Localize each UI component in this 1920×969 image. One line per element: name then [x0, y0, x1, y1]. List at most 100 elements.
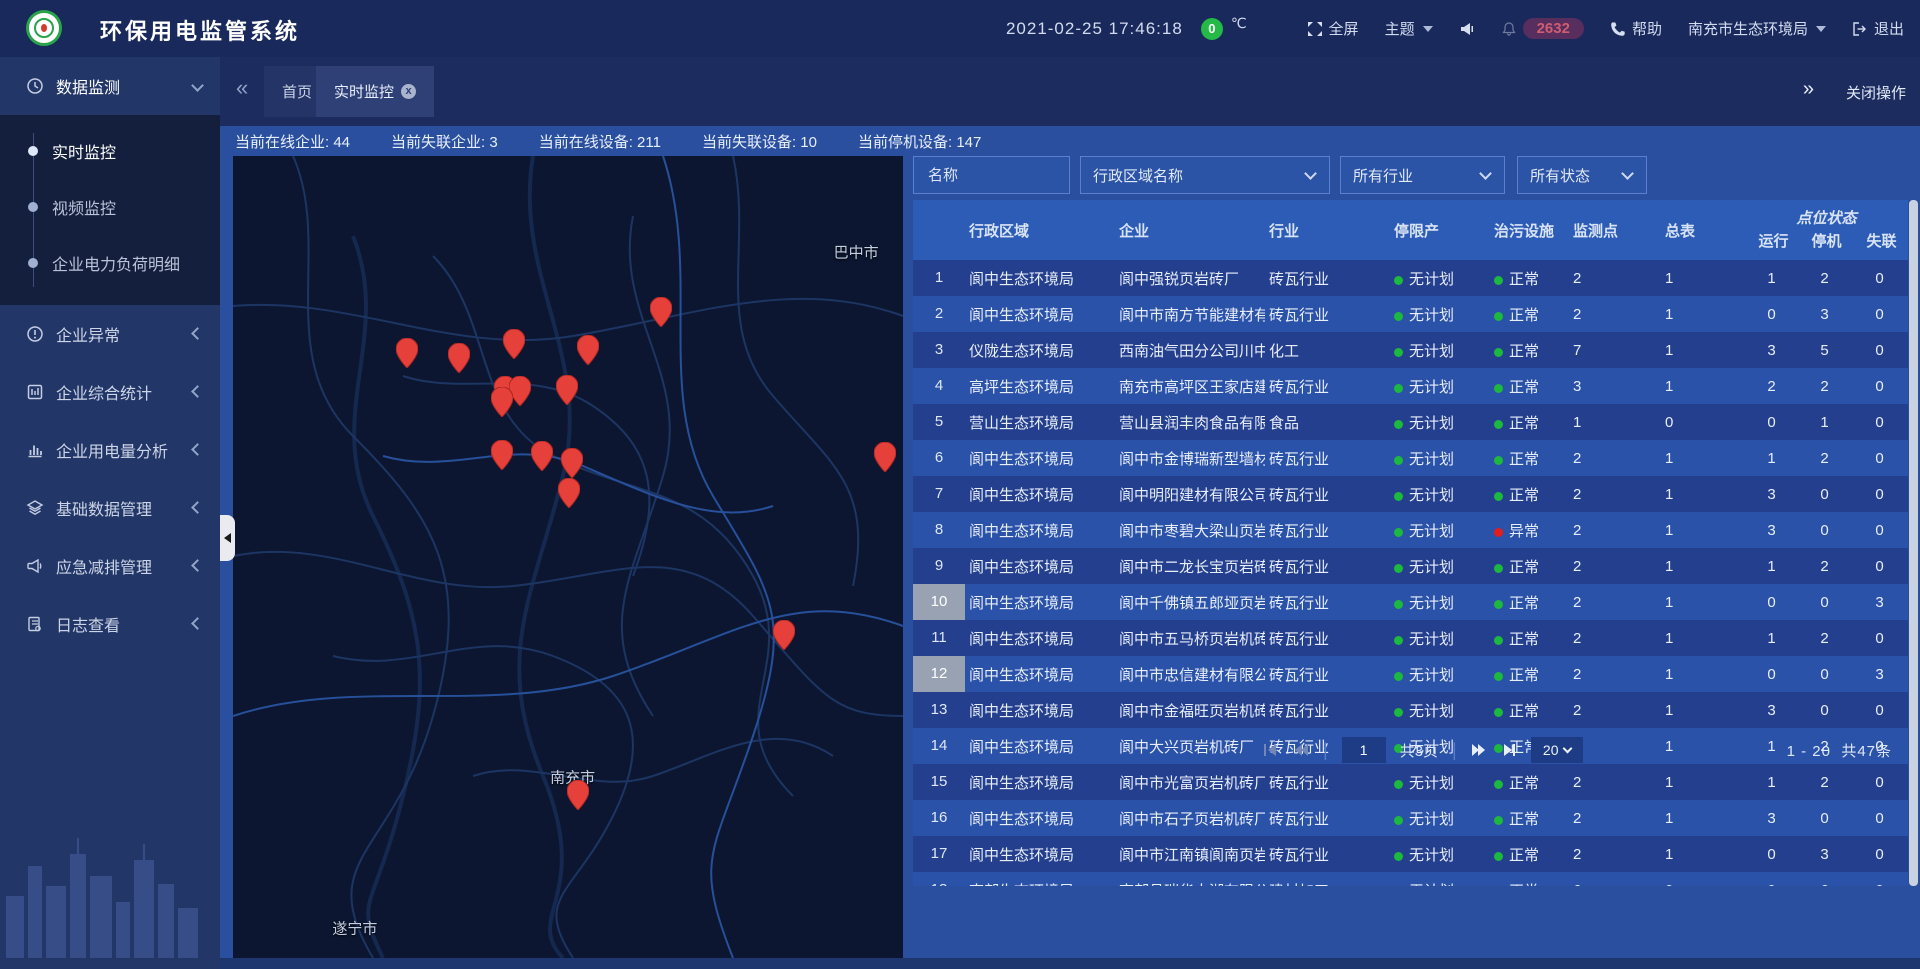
sidebar-item-0[interactable]: 数据监测: [0, 57, 220, 115]
sidebar-item-6[interactable]: 日志查看: [0, 595, 220, 653]
map-panel[interactable]: 巴中市南充市遂宁市: [233, 156, 903, 958]
tab-close-icon[interactable]: x: [401, 84, 416, 99]
industry-filter-dropdown[interactable]: 所有行业: [1340, 156, 1505, 194]
stat-item-4: 当前停机设备: 147: [858, 131, 981, 152]
table-row[interactable]: 11阆中生态环境局阆中市五马桥页岩机砖砖瓦行业无计划正常21120: [913, 620, 1908, 656]
logout-button[interactable]: 退出: [1852, 18, 1904, 39]
sidebar-item-1[interactable]: 企业异常: [0, 305, 220, 363]
cell-run: 1: [1745, 270, 1798, 287]
cell-run: 2: [1745, 378, 1798, 395]
datetime-display: 2021-02-25 17:46:18: [1006, 19, 1183, 39]
cell-region: 阆中生态环境局: [965, 556, 1115, 577]
volume-button[interactable]: [1459, 21, 1475, 37]
map-pin-icon[interactable]: [650, 297, 672, 327]
table-row[interactable]: 4高坪生态环境局南充市高坪区王家店建砖瓦行业无计划正常31220: [913, 368, 1908, 404]
map-pin-icon[interactable]: [531, 441, 553, 471]
map-pin-icon[interactable]: [773, 620, 795, 650]
table-row[interactable]: 6阆中生态环境局阆中市金博瑞新型墙材砖瓦行业无计划正常21120: [913, 440, 1908, 476]
sidebar-submenu: 实时监控视频监控企业电力负荷明细: [0, 115, 220, 305]
row-index: 18: [913, 872, 965, 886]
table-row[interactable]: 9阆中生态环境局阆中市二龙长宝页岩砖砖瓦行业无计划正常21120: [913, 548, 1908, 584]
map-pin-icon[interactable]: [491, 387, 513, 417]
next-page-button[interactable]: [1471, 743, 1487, 757]
sidebar-collapse-button[interactable]: [220, 515, 235, 561]
cell-lost: 0: [1851, 270, 1908, 287]
last-page-button[interactable]: [1501, 743, 1517, 757]
table-row[interactable]: 17阆中生态环境局阆中市江南镇阆南页岩砖瓦行业无计划正常21030: [913, 836, 1908, 872]
tab-realtime-monitor[interactable]: 实时监控 x: [316, 66, 434, 117]
cell-points: 2: [1565, 306, 1655, 323]
fullscreen-button[interactable]: 全屏: [1307, 18, 1359, 39]
cell-industry: 砖瓦行业: [1265, 808, 1390, 829]
vertical-scrollbar[interactable]: [1909, 200, 1918, 886]
cell-lost: 0: [1851, 774, 1908, 791]
table-row[interactable]: 7阆中生态环境局阆中明阳建材有限公司砖瓦行业无计划正常21300: [913, 476, 1908, 512]
table-row[interactable]: 13阆中生态环境局阆中市金福旺页岩机砖砖瓦行业无计划正常21300: [913, 692, 1908, 728]
prev-page-button[interactable]: [1293, 743, 1309, 757]
cell-total: 1: [1655, 486, 1745, 503]
cell-stop: 2: [1798, 774, 1851, 791]
name-filter-input[interactable]: [913, 156, 1070, 194]
fullscreen-icon: [1307, 21, 1323, 37]
map-pin-icon[interactable]: [491, 440, 513, 470]
table-row[interactable]: 10阆中生态环境局阆中千佛镇五郎垭页岩砖瓦行业无计划正常21003: [913, 584, 1908, 620]
tabs-scroll-right-button[interactable]: »: [1803, 79, 1814, 99]
cell-company: 阆中明阳建材有限公司: [1115, 484, 1265, 505]
row-index: 17: [913, 836, 965, 872]
col-lost: 失联: [1851, 230, 1908, 260]
cell-plan: 无计划: [1390, 808, 1490, 829]
cell-stop: 0: [1798, 594, 1851, 611]
map-pin-icon[interactable]: [561, 448, 583, 478]
table-row[interactable]: 3仪陇生态环境局西南油气田分公司川中化工无计划正常71350: [913, 332, 1908, 368]
exit-icon: [1852, 21, 1868, 37]
first-page-button[interactable]: [1263, 743, 1279, 757]
sidebar-subitem-0-0[interactable]: 实时监控: [0, 123, 220, 179]
sidebar-subitem-0-2[interactable]: 企业电力负荷明细: [0, 235, 220, 291]
map-pin-icon[interactable]: [503, 329, 525, 359]
table-row[interactable]: 18南部生态环境局南部县瑞华太湖有限公建材加工无计划正常60060: [913, 872, 1908, 886]
user-dropdown[interactable]: 南充市生态环境局: [1688, 18, 1826, 39]
tabs-scroll-left-button[interactable]: «: [236, 77, 248, 99]
cell-facility: 正常: [1490, 448, 1565, 469]
cell-points: 2: [1565, 846, 1655, 863]
cell-plan: 无计划: [1390, 376, 1490, 397]
table-row[interactable]: 8阆中生态环境局阆中市枣碧大梁山页岩砖瓦行业无计划异常21300: [913, 512, 1908, 548]
table-row[interactable]: 12阆中生态环境局阆中市忠信建材有限公砖瓦行业无计划正常21003: [913, 656, 1908, 692]
sidebar-item-4[interactable]: 基础数据管理: [0, 479, 220, 537]
page-size-select[interactable]: 20: [1531, 737, 1583, 763]
sidebar-item-label: 企业异常: [56, 322, 120, 346]
table-row[interactable]: 1阆中生态环境局阆中强锐页岩砖厂砖瓦行业无计划正常21120: [913, 260, 1908, 296]
help-button[interactable]: 帮助: [1610, 18, 1662, 39]
cell-industry: 砖瓦行业: [1265, 376, 1390, 397]
status-dot-icon: [1494, 672, 1503, 681]
map-pin-icon[interactable]: [396, 338, 418, 368]
cell-facility: 正常: [1490, 304, 1565, 325]
table-row[interactable]: 2阆中生态环境局阆中市南方节能建材有砖瓦行业无计划正常21030: [913, 296, 1908, 332]
map-pin-icon[interactable]: [556, 375, 578, 405]
sidebar-item-3[interactable]: 企业用电量分析: [0, 421, 220, 479]
map-pin-icon[interactable]: [874, 442, 896, 472]
cell-lost: 0: [1851, 378, 1908, 395]
current-page-input[interactable]: 1: [1342, 737, 1386, 763]
region-filter-dropdown[interactable]: 行政区域名称: [1080, 156, 1330, 194]
chevron-left-icon: [191, 385, 204, 398]
table-row[interactable]: 5营山生态环境局营山县润丰肉食品有限食品无计划正常10010: [913, 404, 1908, 440]
row-index: 3: [913, 332, 965, 368]
map-pin-icon[interactable]: [558, 478, 580, 508]
cell-total: 1: [1655, 774, 1745, 791]
row-index: 6: [913, 440, 965, 476]
table-row[interactable]: 16阆中生态环境局阆中市石子页岩机砖厂砖瓦行业无计划正常21300: [913, 800, 1908, 836]
notification-area[interactable]: 2632: [1501, 18, 1584, 39]
sidebar-item-2[interactable]: 企业综合统计: [0, 363, 220, 421]
map-pin-icon[interactable]: [567, 780, 589, 810]
cell-facility: 正常: [1490, 340, 1565, 361]
theme-dropdown[interactable]: 主题: [1385, 18, 1433, 39]
cell-plan: 无计划: [1390, 880, 1490, 887]
map-pin-icon[interactable]: [448, 343, 470, 373]
sidebar-item-5[interactable]: 应急减排管理: [0, 537, 220, 595]
name-input[interactable]: [926, 166, 1057, 185]
map-pin-icon[interactable]: [577, 335, 599, 365]
status-filter-dropdown[interactable]: 所有状态: [1517, 156, 1647, 194]
sidebar-subitem-0-1[interactable]: 视频监控: [0, 179, 220, 235]
close-operations-button[interactable]: 关闭操作: [1846, 82, 1906, 103]
